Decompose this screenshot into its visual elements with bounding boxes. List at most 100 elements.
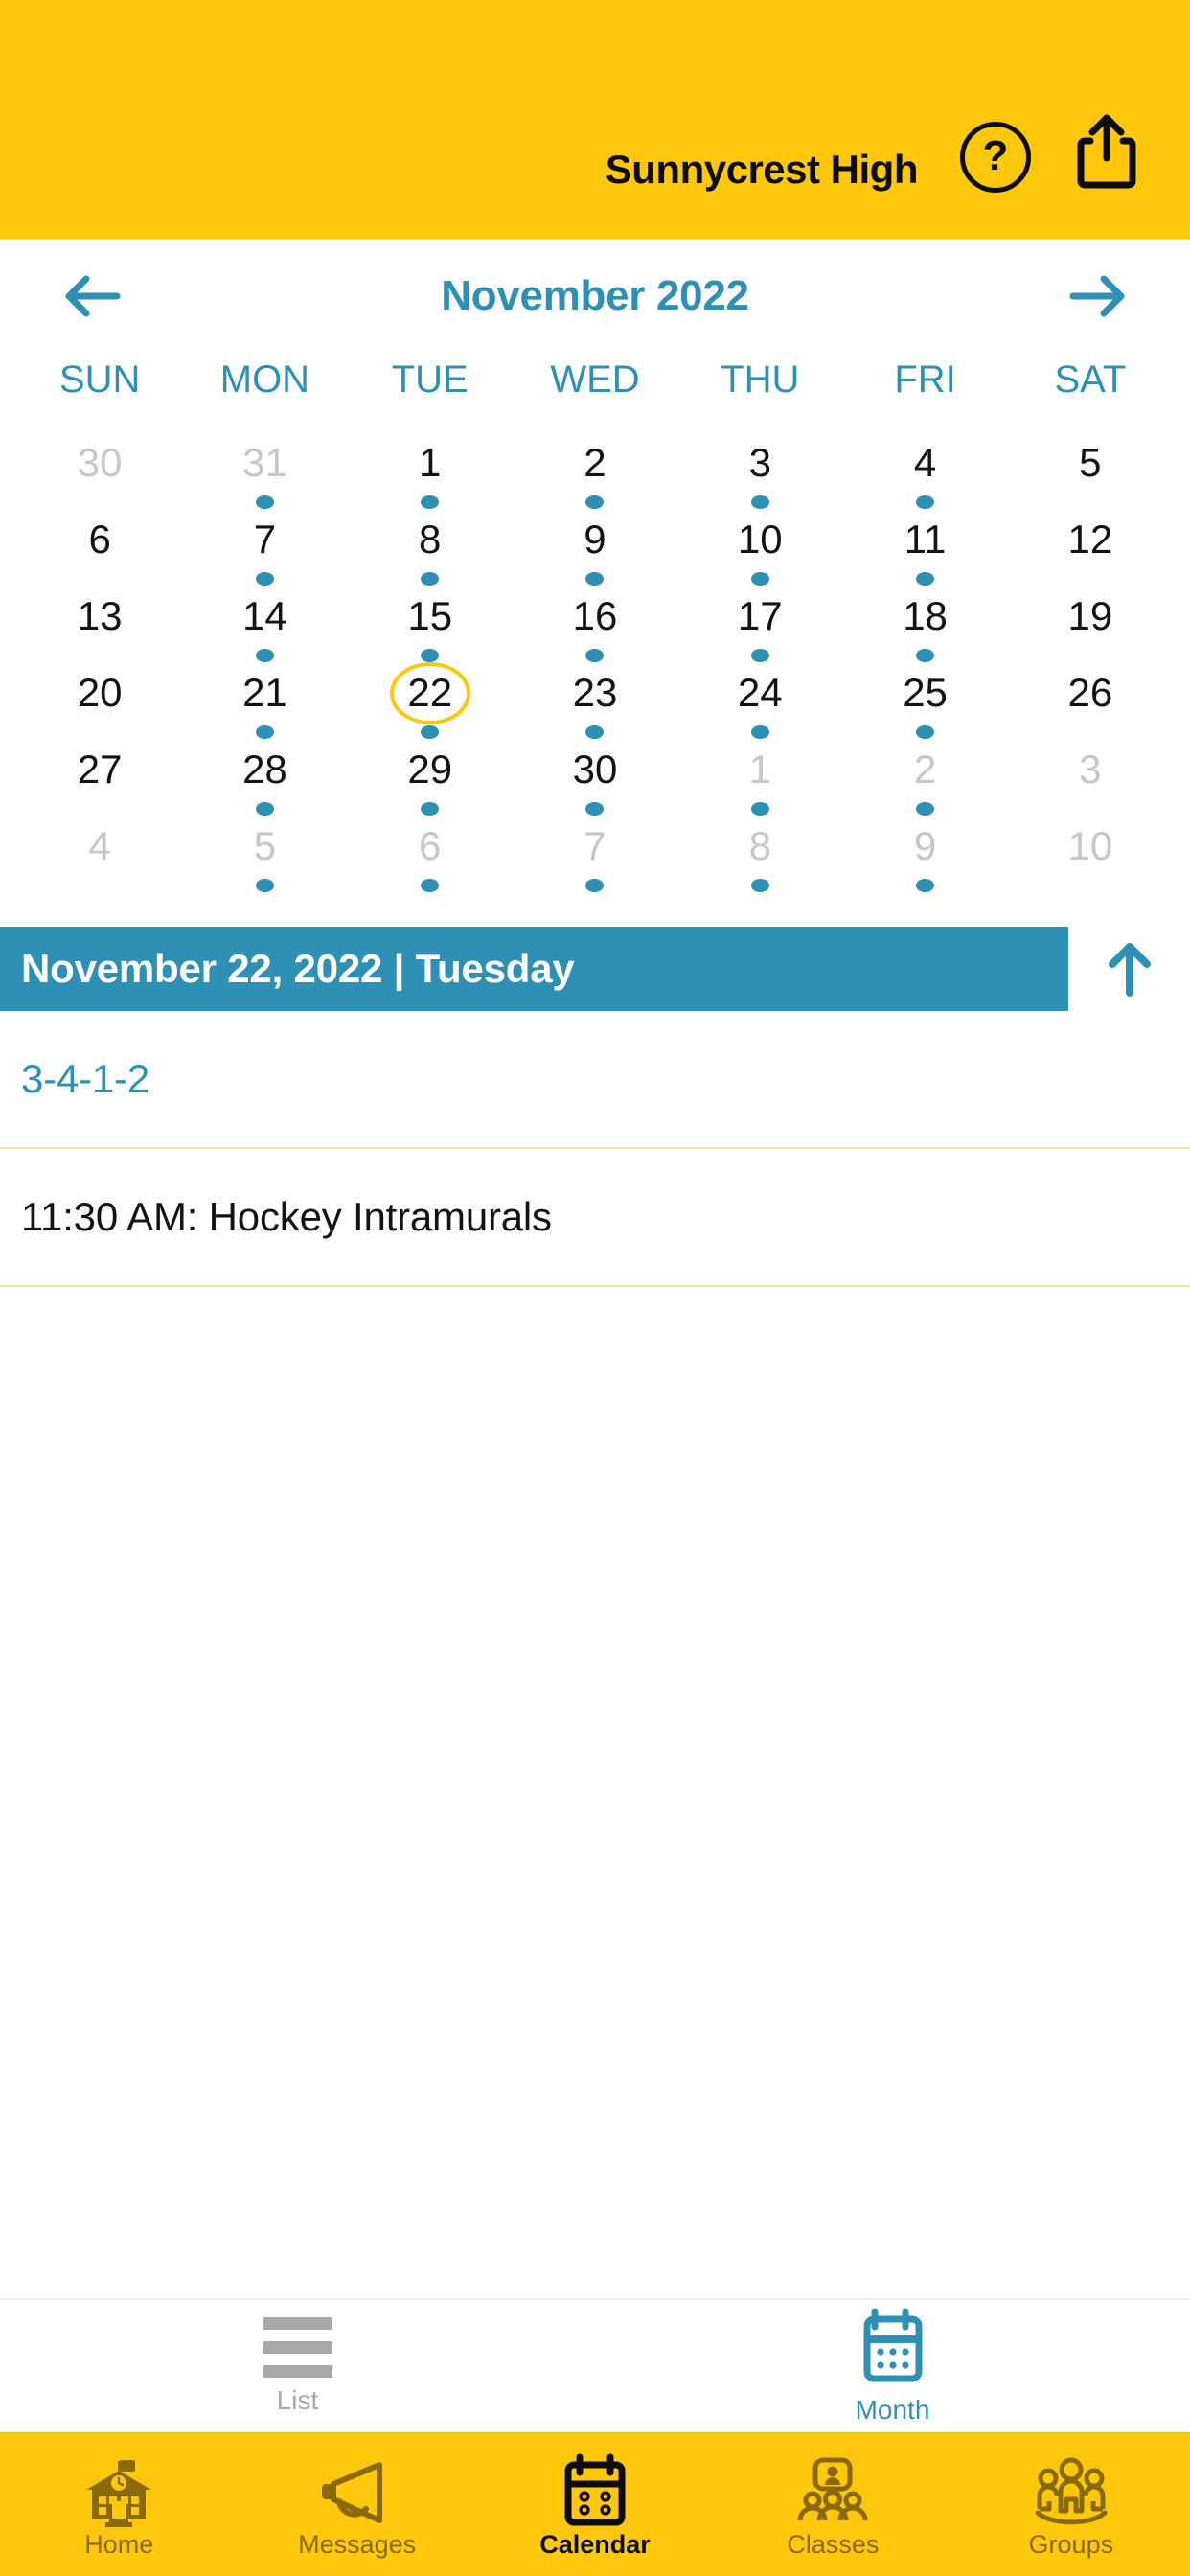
event-row[interactable]: 3-4-1-2 bbox=[0, 1011, 1190, 1149]
date-cell[interactable]: 27 bbox=[17, 739, 182, 816]
date-cell[interactable]: 28 bbox=[182, 739, 347, 816]
date-cell[interactable]: 20 bbox=[17, 662, 182, 739]
date-cell[interactable]: 4 bbox=[842, 432, 1007, 509]
app-screen: Sunnycrest High ? November 2022 SUN MON … bbox=[0, 0, 1190, 2576]
date-number: 24 bbox=[737, 670, 783, 716]
date-number: 30 bbox=[77, 440, 123, 486]
arrow-up-icon[interactable] bbox=[1068, 927, 1190, 1011]
date-cell[interactable]: 18 bbox=[842, 586, 1007, 662]
event-dot bbox=[585, 494, 605, 509]
tab-calendar[interactable]: Calendar bbox=[476, 2433, 714, 2576]
event-text: 3-4-1-2 bbox=[21, 1056, 149, 1101]
date-cell[interactable]: 3 bbox=[1008, 739, 1173, 816]
event-dot bbox=[421, 494, 440, 509]
date-cell[interactable]: 11 bbox=[842, 509, 1007, 586]
date-cell[interactable]: 17 bbox=[677, 586, 842, 662]
view-toggle-month[interactable]: Month bbox=[595, 2308, 1190, 2426]
date-cell[interactable]: 6 bbox=[348, 816, 513, 892]
date-cell[interactable]: 7 bbox=[182, 509, 347, 586]
app-header: Sunnycrest High ? bbox=[0, 0, 1190, 240]
date-cell[interactable]: 24 bbox=[677, 662, 842, 739]
date-number: 12 bbox=[1067, 517, 1113, 563]
date-cell[interactable]: 10 bbox=[677, 509, 842, 586]
date-cell[interactable]: 8 bbox=[348, 509, 513, 586]
date-cell[interactable]: 1 bbox=[348, 432, 513, 509]
date-number: 4 bbox=[913, 440, 937, 486]
date-number: 25 bbox=[903, 670, 948, 716]
date-cell[interactable]: 8 bbox=[677, 816, 842, 892]
weekday-label-thu: THU bbox=[721, 358, 800, 401]
calendar-icon bbox=[861, 2308, 925, 2387]
date-cell[interactable]: 6 bbox=[17, 509, 182, 586]
date-cell[interactable]: 25 bbox=[842, 662, 1007, 739]
event-dot bbox=[585, 878, 605, 892]
date-cell[interactable]: 22 bbox=[348, 662, 513, 739]
date-cell[interactable]: 16 bbox=[513, 586, 677, 662]
date-cell[interactable]: 1 bbox=[677, 739, 842, 816]
date-cell[interactable]: 9 bbox=[513, 509, 677, 586]
date-cell[interactable]: 26 bbox=[1008, 662, 1173, 739]
calendar-icon bbox=[561, 2453, 629, 2528]
date-number: 10 bbox=[737, 517, 783, 563]
date-cell[interactable]: 10 bbox=[1008, 816, 1173, 892]
event-dot bbox=[421, 571, 440, 586]
event-dot bbox=[255, 724, 274, 739]
date-cell[interactable]: 5 bbox=[1008, 432, 1173, 509]
date-cell[interactable]: 19 bbox=[1008, 586, 1173, 662]
date-cell[interactable]: 23 bbox=[513, 662, 677, 739]
groups-people-icon bbox=[1032, 2457, 1110, 2528]
question-mark-circle-icon[interactable]: ? bbox=[960, 122, 1031, 193]
date-number: 28 bbox=[242, 747, 287, 793]
tab-groups[interactable]: Groups bbox=[952, 2433, 1190, 2576]
date-cell[interactable]: 14 bbox=[182, 586, 347, 662]
tab-classes[interactable]: Classes bbox=[714, 2433, 951, 2576]
date-number: 8 bbox=[748, 823, 771, 869]
date-cell[interactable]: 29 bbox=[348, 739, 513, 816]
date-cell[interactable]: 15 bbox=[348, 586, 513, 662]
weekday-label-mon: MON bbox=[219, 358, 310, 401]
arrow-left-icon[interactable] bbox=[48, 263, 134, 330]
bottom-tab-bar: Home Messages Calendar Classes Groups bbox=[0, 2432, 1190, 2576]
date-number: 27 bbox=[77, 747, 123, 793]
date-cell[interactable]: 30 bbox=[17, 432, 182, 509]
date-cell[interactable]: 3 bbox=[677, 432, 842, 509]
date-number: 26 bbox=[1067, 670, 1113, 716]
weekday-label-wed: WED bbox=[550, 358, 640, 401]
view-toggle-list[interactable]: List bbox=[0, 2316, 595, 2416]
school-house-icon bbox=[80, 2457, 157, 2528]
view-toggle-list-label: List bbox=[276, 2384, 319, 2415]
empty-space bbox=[0, 1287, 1190, 2298]
date-cell[interactable]: 31 bbox=[182, 432, 347, 509]
date-cell[interactable]: 2 bbox=[513, 432, 677, 509]
event-dot bbox=[916, 801, 935, 816]
selected-day-banner-row: November 22, 2022 | Tuesday bbox=[0, 927, 1190, 1011]
tab-messages[interactable]: Messages bbox=[238, 2433, 475, 2576]
page-title: Sunnycrest High bbox=[605, 147, 919, 192]
date-cell[interactable]: 13 bbox=[17, 586, 182, 662]
event-dot bbox=[421, 648, 440, 662]
event-dot bbox=[916, 724, 935, 739]
arrow-right-icon[interactable] bbox=[1056, 263, 1142, 330]
view-toggle-month-label: Month bbox=[855, 2394, 930, 2425]
date-cell[interactable]: 7 bbox=[513, 816, 677, 892]
selected-day-banner[interactable]: November 22, 2022 | Tuesday bbox=[0, 927, 1068, 1011]
date-cell[interactable]: 4 bbox=[17, 816, 182, 892]
view-toggle-bar: List Month bbox=[0, 2298, 1190, 2432]
date-number: 29 bbox=[407, 747, 453, 793]
event-row[interactable]: 11:30 AM: Hockey Intramurals bbox=[0, 1149, 1190, 1287]
date-cell[interactable]: 5 bbox=[182, 816, 347, 892]
date-cell[interactable]: 30 bbox=[513, 739, 677, 816]
share-icon[interactable] bbox=[1073, 112, 1140, 193]
date-cell[interactable]: 9 bbox=[842, 816, 1007, 892]
date-cell[interactable]: 12 bbox=[1008, 509, 1173, 586]
date-grid: 30 31 1 2 3 4 5 6 7 8 9 10 11 12 13 14 15 16 17 18 19 20 21 22 2… bbox=[0, 432, 1190, 892]
date-cell[interactable]: 21 bbox=[182, 662, 347, 739]
date-cell[interactable]: 2 bbox=[842, 739, 1007, 816]
date-number: 3 bbox=[1079, 747, 1102, 793]
date-number: 10 bbox=[1067, 823, 1113, 869]
tab-home[interactable]: Home bbox=[0, 2433, 238, 2576]
event-dot bbox=[421, 878, 440, 892]
event-text: 11:30 AM: Hockey Intramurals bbox=[21, 1194, 552, 1239]
event-dot bbox=[585, 801, 605, 816]
date-number: 20 bbox=[77, 670, 123, 716]
